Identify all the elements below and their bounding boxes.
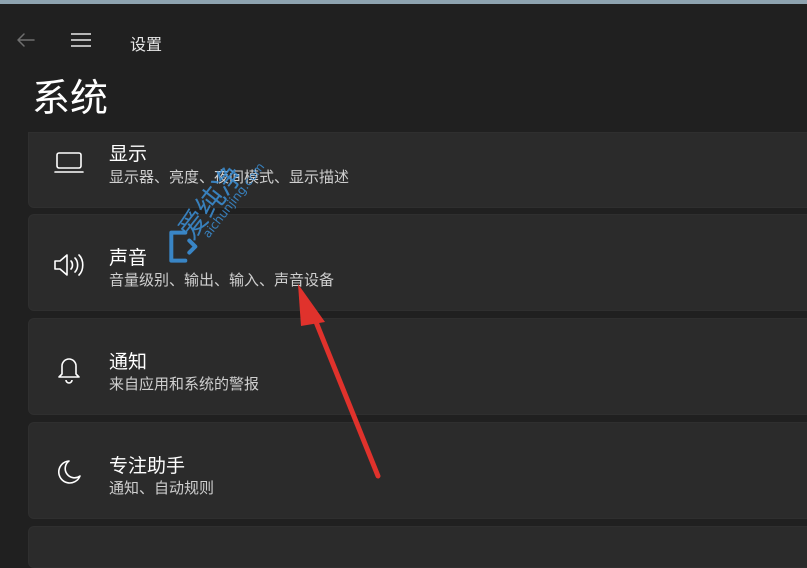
- moon-icon: [51, 455, 87, 491]
- card-title: 显示: [109, 143, 148, 165]
- card-description: 通知、自动规则: [109, 479, 215, 497]
- card-title: 通知: [109, 351, 148, 373]
- settings-card-focus-assist[interactable]: 专注助手 通知、自动规则: [28, 422, 807, 519]
- bell-icon: [51, 351, 87, 387]
- settings-card-display[interactable]: 显示 显示器、亮度、夜间模式、显示描述: [28, 132, 807, 208]
- display-icon: [51, 145, 87, 181]
- settings-list: 显示 显示器、亮度、夜间模式、显示描述 声音 音量级别、输出、输入、声音设备 通…: [0, 0, 807, 568]
- card-description: 来自应用和系统的警报: [109, 375, 260, 393]
- settings-card-sound[interactable]: 声音 音量级别、输出、输入、声音设备: [28, 214, 807, 311]
- card-description: 音量级别、输出、输入、声音设备: [109, 271, 335, 289]
- settings-card-partial[interactable]: [28, 526, 807, 568]
- card-title: 声音: [109, 247, 148, 269]
- settings-card-notifications[interactable]: 通知 来自应用和系统的警报: [28, 318, 807, 415]
- speaker-icon: [51, 247, 87, 283]
- card-title: 专注助手: [109, 455, 186, 477]
